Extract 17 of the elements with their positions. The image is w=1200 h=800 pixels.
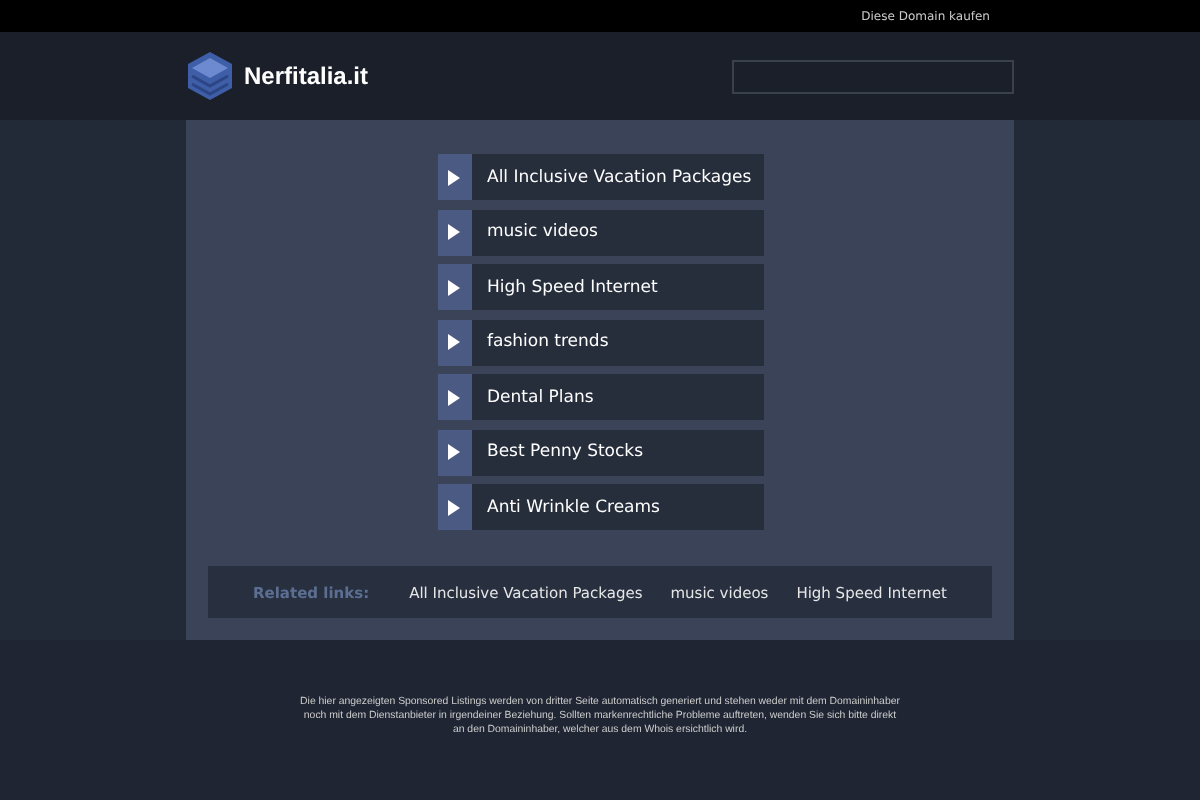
play-arrow-icon xyxy=(448,334,460,350)
play-arrow-icon xyxy=(448,224,460,240)
sponsored-link[interactable]: music videos xyxy=(437,209,763,255)
site-name: Nerfitalia.it xyxy=(244,62,369,90)
play-arrow-icon xyxy=(448,444,460,460)
sponsored-link[interactable]: Dental Plans xyxy=(437,374,763,420)
stacked-layers-logo-icon xyxy=(186,50,234,102)
play-arrow-icon xyxy=(448,389,460,405)
play-arrow-icon xyxy=(448,279,460,295)
sponsored-link[interactable]: Best Penny Stocks xyxy=(437,429,763,475)
sponsored-link[interactable]: High Speed Internet xyxy=(437,264,763,310)
sponsored-link[interactable]: Anti Wrinkle Creams xyxy=(437,484,763,530)
play-arrow-icon xyxy=(448,499,460,515)
sponsored-link[interactable]: fashion trends xyxy=(437,319,763,365)
play-arrow-icon xyxy=(448,169,460,185)
sponsored-link[interactable]: All Inclusive Vacation Packages xyxy=(437,154,763,200)
search-field[interactable] xyxy=(732,59,1014,93)
